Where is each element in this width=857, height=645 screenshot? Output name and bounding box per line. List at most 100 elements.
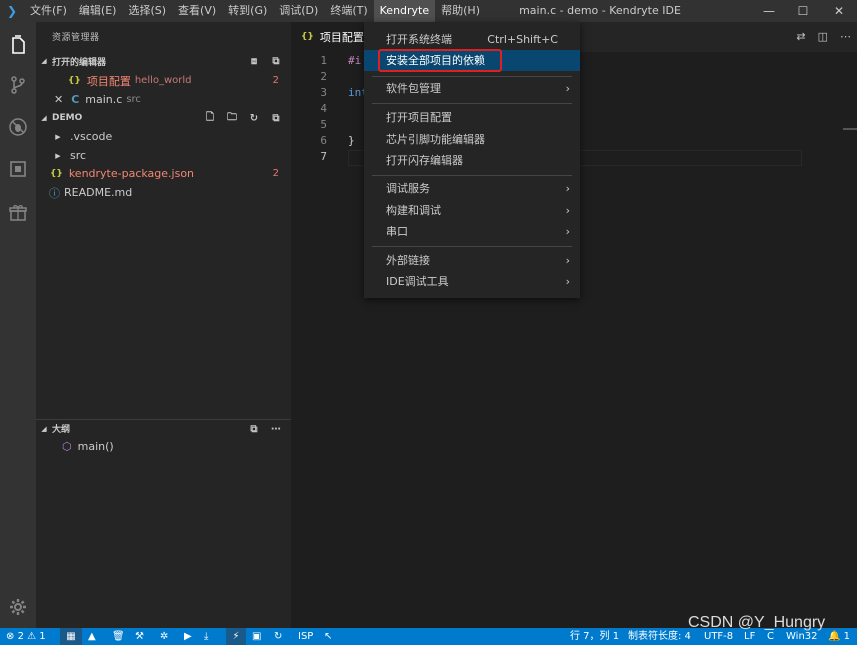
tree-item-label: kendryte-package.json bbox=[68, 167, 195, 180]
tree-item-kendryte-package[interactable]: {} kendryte-package.json 2 bbox=[36, 164, 291, 183]
chevron-right-icon: ▶ bbox=[55, 132, 61, 141]
folder-actions: 🗋 🗀 ↻ ⧉ bbox=[203, 109, 283, 127]
tab-project-config[interactable]: {} 项目配置 bbox=[291, 22, 371, 52]
close-all-icon[interactable]: ⧉ bbox=[269, 56, 283, 67]
menu-item-label: 芯片引脚功能编辑器 bbox=[386, 133, 485, 146]
refresh-icon[interactable]: ↻ bbox=[247, 113, 261, 124]
minimize-button[interactable]: — bbox=[752, 0, 786, 22]
method-cube-icon: ⬡ bbox=[62, 440, 72, 453]
warning-icon[interactable]: ▲ bbox=[88, 628, 96, 645]
split-editor-icon[interactable]: ◫ bbox=[818, 30, 828, 43]
settings-gear-icon[interactable] bbox=[0, 592, 36, 622]
collapse-all-icon[interactable]: ⧉ bbox=[269, 113, 283, 124]
watermark: CSDN @Y_Hungry bbox=[688, 614, 826, 631]
menu-item-label: IDE调试工具 bbox=[386, 275, 449, 288]
error-icon: ⊗ bbox=[6, 631, 15, 642]
error-count: 2 bbox=[17, 631, 24, 642]
gift-icon[interactable] bbox=[0, 198, 36, 228]
c-file-icon: C bbox=[71, 93, 80, 106]
menu-item-build-debug[interactable]: 构建和调试 › bbox=[364, 200, 580, 221]
plug-icon[interactable]: ⚡ bbox=[226, 628, 246, 645]
line-number: 1 bbox=[320, 54, 327, 67]
folder-label: DEMO bbox=[52, 113, 83, 123]
chevron-down-icon: ◢ bbox=[41, 114, 47, 122]
source-control-icon[interactable] bbox=[0, 70, 36, 100]
chevron-right-icon: › bbox=[565, 82, 570, 95]
collapse-all-icon[interactable]: ⧉ bbox=[247, 424, 261, 435]
menu-item-open-project-config[interactable]: 打开项目配置 bbox=[364, 107, 580, 128]
menu-item-pin-editor[interactable]: 芯片引脚功能编辑器 bbox=[364, 129, 580, 150]
tree-item-vscode[interactable]: ▶ .vscode bbox=[36, 127, 291, 146]
menu-item-flash-editor[interactable]: 打开闪存编辑器 bbox=[364, 150, 580, 171]
tree-item-src[interactable]: ▶ src bbox=[36, 146, 291, 165]
title-bar: ❯ 文件(F) 编辑(E) 选择(S) 查看(V) 转到(G) 调试(D) 终端… bbox=[0, 0, 857, 22]
explorer-icon[interactable] bbox=[0, 30, 36, 60]
tab-size[interactable]: 制表符长度: 4 bbox=[628, 628, 691, 645]
menu-item-serial-port[interactable]: 串口 › bbox=[364, 221, 580, 242]
isp-button[interactable]: ISP bbox=[298, 628, 313, 645]
annotation-highlight-box bbox=[378, 49, 502, 72]
close-window-button[interactable]: ✕ bbox=[822, 0, 856, 22]
run-icon[interactable]: ▶ bbox=[184, 628, 192, 645]
menu-goto[interactable]: 转到(G) bbox=[222, 0, 273, 22]
pointer-icon[interactable]: ↖ bbox=[324, 628, 332, 645]
cursor-position[interactable]: 行 7，列 1 bbox=[570, 628, 619, 645]
open-editor-item-main-c[interactable]: ✕ C main.c src bbox=[36, 90, 291, 109]
chevron-right-icon: › bbox=[565, 182, 570, 195]
problems-indicator[interactable]: ⊗ 2 ⚠ 1 bbox=[6, 628, 46, 645]
terminal-icon[interactable]: ▣ bbox=[252, 628, 261, 645]
more-actions-icon[interactable]: ⋯ bbox=[840, 30, 851, 43]
menu-edit[interactable]: 编辑(E) bbox=[73, 0, 123, 22]
activity-bar bbox=[0, 22, 36, 628]
outline-header[interactable]: ◢ 大纲 ⧉ ⋯ bbox=[36, 419, 291, 437]
bug-icon[interactable]: ✲ bbox=[160, 628, 168, 645]
extensions-icon[interactable] bbox=[0, 154, 36, 184]
menu-file[interactable]: 文件(F) bbox=[24, 0, 73, 22]
line-number: 7 bbox=[320, 150, 327, 163]
close-editor-icon[interactable]: ✕ bbox=[54, 93, 63, 106]
menu-terminal[interactable]: 终端(T) bbox=[324, 0, 373, 22]
code-line[interactable]: #i bbox=[348, 54, 361, 67]
chevron-right-icon: › bbox=[565, 204, 570, 217]
new-folder-icon[interactable]: 🗀 bbox=[225, 110, 239, 127]
trash-icon[interactable]: 🗑 bbox=[112, 628, 125, 645]
open-editors-header[interactable]: ◢ 打开的编辑器 ⧈ ⧉ bbox=[36, 52, 291, 70]
line-number: 4 bbox=[320, 102, 327, 115]
json-icon: {} bbox=[50, 168, 63, 179]
menu-debug[interactable]: 调试(D) bbox=[273, 0, 324, 22]
save-all-icon[interactable]: ⧈ bbox=[247, 56, 261, 67]
outline-actions: ⧉ ⋯ bbox=[247, 420, 283, 438]
build-icon[interactable]: ⚒ bbox=[135, 628, 144, 645]
menu-selection[interactable]: 选择(S) bbox=[122, 0, 172, 22]
tree-item-readme[interactable]: ⓘ README.md bbox=[36, 183, 291, 202]
outline-item-main[interactable]: ⬡ main() bbox=[36, 437, 291, 456]
menu-view[interactable]: 查看(V) bbox=[172, 0, 222, 22]
menu-item-external-links[interactable]: 外部链接 › bbox=[364, 250, 580, 271]
open-editor-desc: hello_world bbox=[134, 75, 192, 86]
board-icon[interactable]: ▦ bbox=[60, 628, 82, 645]
menu-item-debug-service[interactable]: 调试服务 › bbox=[364, 178, 580, 199]
menu-item-package-manager[interactable]: 软件包管理 › bbox=[364, 78, 580, 99]
menu-kendryte[interactable]: Kendryte bbox=[373, 0, 436, 22]
menu-item-ide-debug-tools[interactable]: IDE调试工具 › bbox=[364, 271, 580, 292]
download-icon[interactable]: ⤓ bbox=[204, 628, 208, 645]
open-editor-item-project-config[interactable]: {} 项目配置 hello_world 2 bbox=[36, 71, 291, 90]
new-file-icon[interactable]: 🗋 bbox=[203, 110, 217, 127]
more-actions-icon[interactable]: ⋯ bbox=[269, 424, 283, 435]
sidebar-title: 资源管理器 bbox=[52, 33, 100, 43]
folder-header-demo[interactable]: ◢ DEMO 🗋 🗀 ↻ ⧉ bbox=[36, 109, 291, 127]
minimap-slider[interactable] bbox=[843, 128, 857, 130]
notifications[interactable]: 🔔 1 bbox=[828, 628, 850, 645]
refresh-icon[interactable]: ↻ bbox=[274, 628, 282, 645]
code-line[interactable]: } bbox=[348, 134, 355, 147]
tab-label: 项目配置 bbox=[319, 31, 364, 44]
debug-icon[interactable] bbox=[0, 112, 36, 142]
line-number: 3 bbox=[320, 86, 327, 99]
menu-item-shortcut: Ctrl+Shift+C bbox=[487, 33, 558, 46]
menu-item-open-terminal[interactable]: 打开系统终端 Ctrl+Shift+C bbox=[364, 29, 580, 50]
chevron-right-icon: › bbox=[565, 225, 570, 238]
warning-count: 1 bbox=[39, 631, 46, 642]
compare-changes-icon[interactable]: ⇄ bbox=[796, 30, 805, 43]
menu-separator bbox=[372, 103, 572, 104]
maximize-button[interactable]: ☐ bbox=[786, 0, 820, 22]
